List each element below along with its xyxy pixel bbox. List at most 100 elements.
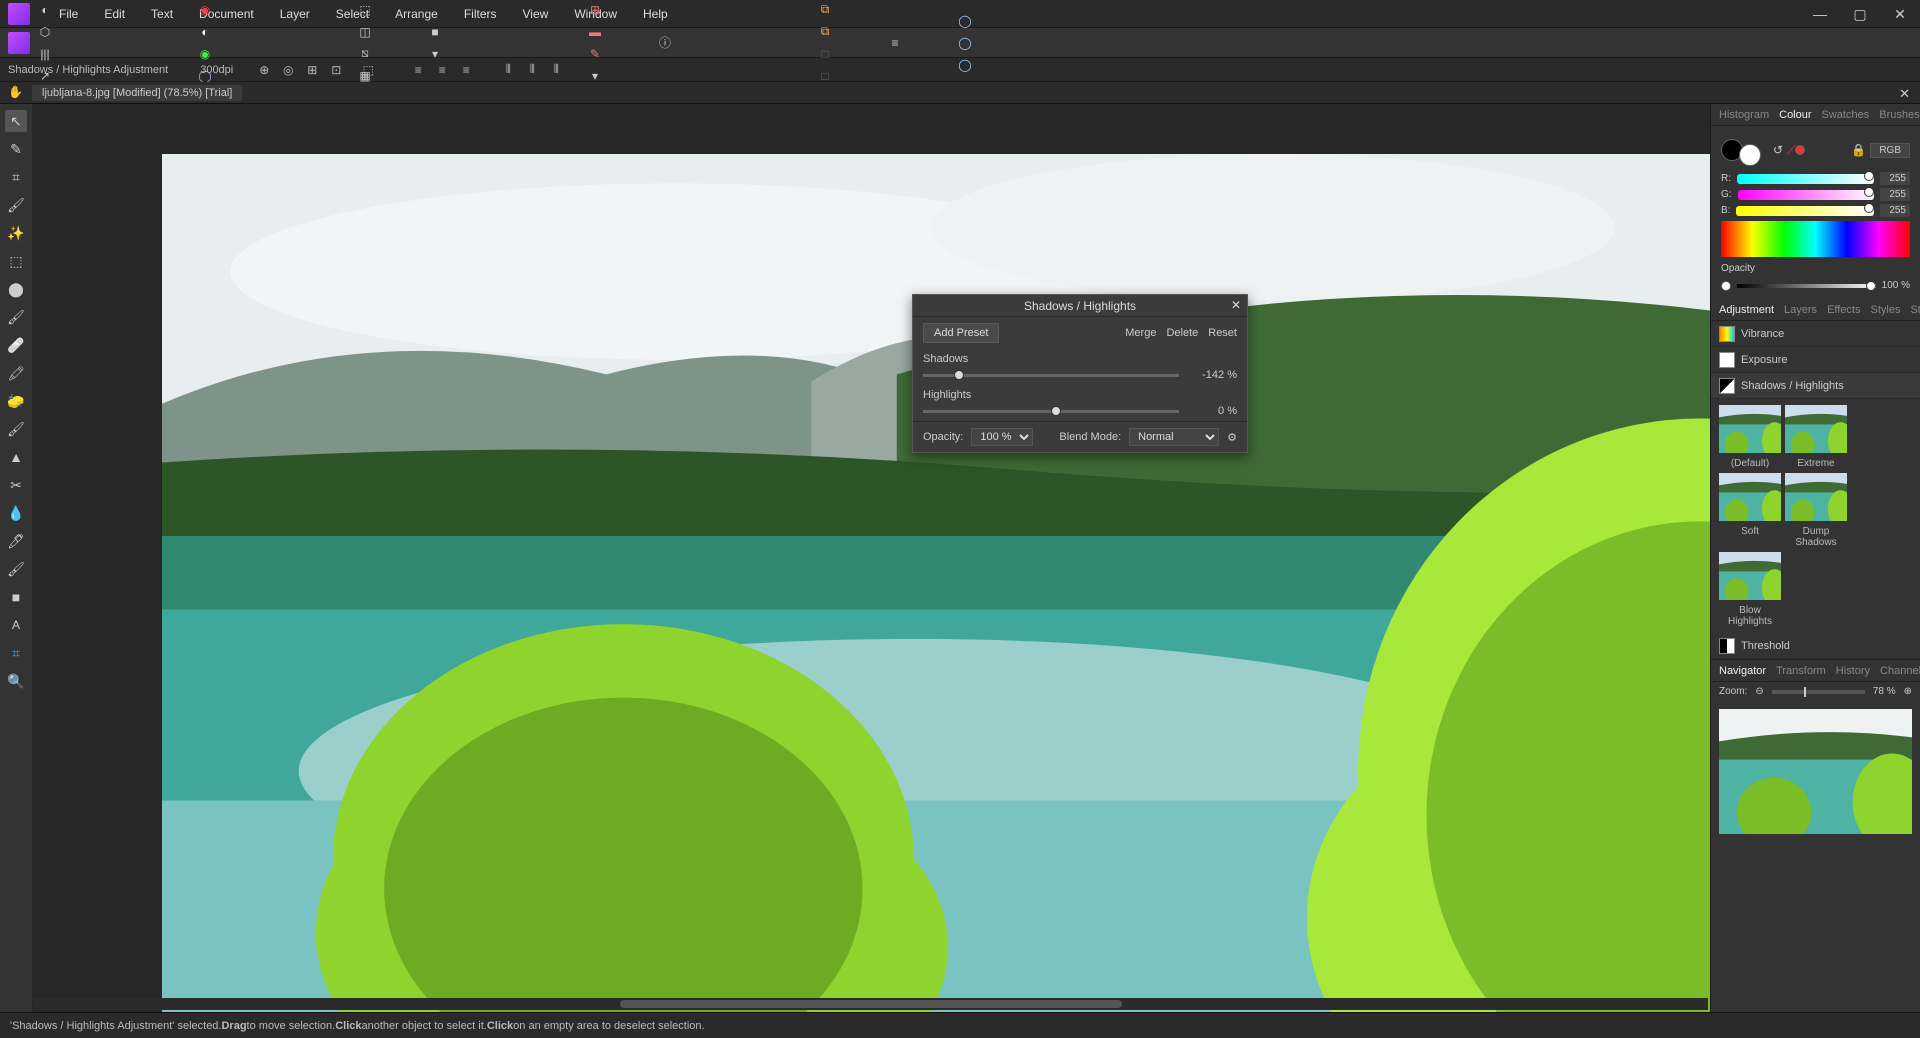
document-tab[interactable]: ljubljana-8.jpg [Modified] (78.5%) [Tria… [32, 85, 242, 101]
toolbar-icon[interactable]: ⊞ [584, 0, 606, 21]
panel-tab[interactable]: Brushes [1879, 109, 1919, 121]
distribute-icon[interactable]: ⫴ [523, 61, 541, 79]
background-swatch[interactable] [1739, 144, 1761, 166]
shadows-slider[interactable] [923, 374, 1179, 377]
tool-button[interactable]: ■ [5, 586, 27, 608]
adjustment-item[interactable]: Threshold [1711, 633, 1920, 659]
preset-thumbnail[interactable]: Blow Highlights [1719, 552, 1781, 627]
toolbar-icon[interactable]: ⧉ [814, 21, 836, 43]
hand-tool-icon[interactable]: ✋ [8, 85, 23, 99]
b-value[interactable]: 255 [1880, 204, 1910, 217]
menu-layer[interactable]: Layer [267, 7, 323, 21]
blend-mode-select[interactable]: Normal [1129, 428, 1219, 446]
distribute-icon[interactable]: ⫴ [499, 61, 517, 79]
toolbar-icon[interactable]: ||| [34, 43, 56, 65]
toolbar-icon[interactable]: ≡ [884, 32, 906, 54]
tool-button[interactable]: ⌗ [5, 166, 27, 188]
tool-button[interactable]: ↖ [5, 110, 27, 132]
adjustment-item[interactable]: Shadows / Highlights [1711, 373, 1920, 399]
add-preset-button[interactable]: Add Preset [923, 323, 999, 343]
preset-thumbnail[interactable]: Soft [1719, 473, 1781, 548]
tool-button[interactable]: ▲ [5, 446, 27, 468]
delete-button[interactable]: Delete [1166, 327, 1198, 339]
horizontal-scrollbar[interactable] [34, 998, 1708, 1010]
preset-thumbnail[interactable]: (Default) [1719, 405, 1781, 469]
menu-help[interactable]: Help [630, 7, 681, 21]
tool-button[interactable]: 🩹 [5, 334, 27, 356]
g-slider[interactable] [1738, 190, 1874, 200]
g-value[interactable]: 255 [1880, 188, 1910, 201]
navigator-thumbnail[interactable] [1719, 709, 1912, 834]
highlights-slider[interactable] [923, 410, 1179, 413]
tool-button[interactable]: 🔍 [5, 670, 27, 692]
align-icon[interactable]: ≡ [457, 61, 475, 79]
tool-button[interactable]: 💧 [5, 502, 27, 524]
tool-button[interactable]: ✂ [5, 474, 27, 496]
tool-button[interactable]: 🖍 [5, 362, 27, 384]
adjustment-item[interactable]: Vibrance [1711, 321, 1920, 347]
panel-tab[interactable]: Channels [1880, 665, 1920, 677]
toolbar-icon[interactable]: ⧉ [814, 0, 836, 21]
tool-button[interactable]: 🖌 [5, 306, 27, 328]
snap-icon[interactable]: ⊞ [303, 61, 321, 79]
panel-tab[interactable]: Swatches [1822, 109, 1870, 121]
menu-arrange[interactable]: Arrange [382, 7, 451, 21]
colour-mode-select[interactable]: RGB [1870, 143, 1910, 158]
menu-text[interactable]: Text [138, 7, 186, 21]
toolbar-icon[interactable]: ▬ [584, 21, 606, 43]
toolbar-icon[interactable]: ⓘ [654, 32, 676, 54]
tool-button[interactable]: A [5, 614, 27, 636]
tool-button[interactable]: ⌗ [5, 642, 27, 664]
tool-button[interactable]: ⬤ [5, 278, 27, 300]
panel-tab[interactable]: Colour [1779, 109, 1811, 121]
toolbar-icon[interactable]: ◯ [954, 10, 976, 32]
lock-icon[interactable]: 🔒 [1851, 143, 1866, 157]
colour-spectrum[interactable] [1721, 221, 1910, 257]
r-slider[interactable] [1737, 174, 1874, 184]
close-button[interactable]: ✕ [1880, 0, 1920, 28]
panel-tab[interactable]: History [1836, 665, 1870, 677]
panel-tab[interactable]: Styles [1871, 304, 1901, 316]
menu-filters[interactable]: Filters [451, 7, 510, 21]
align-icon[interactable]: ≡ [433, 61, 451, 79]
eyedropper-icon[interactable]: ⟋ [1787, 143, 1795, 158]
menu-view[interactable]: View [510, 7, 562, 21]
tool-button[interactable]: ⬚ [5, 250, 27, 272]
toolbar-icon[interactable]: ◯ [954, 54, 976, 76]
tab-close-icon[interactable]: ✕ [1899, 86, 1910, 102]
panel-tab[interactable]: Layers [1784, 304, 1817, 316]
toolbar-icon[interactable]: ◉ [194, 43, 216, 65]
dialog-title-bar[interactable]: Shadows / Highlights ✕ [913, 295, 1247, 317]
snap-icon[interactable]: ⊡ [327, 61, 345, 79]
panel-tab[interactable]: Transform [1776, 665, 1826, 677]
panel-tab[interactable]: Histogram [1719, 109, 1769, 121]
tool-button[interactable]: 🖌 [5, 418, 27, 440]
toolbar-icon[interactable]: ⬡ [34, 21, 56, 43]
tool-button[interactable]: 🖌 [5, 558, 27, 580]
dialog-close-icon[interactable]: ✕ [1231, 298, 1241, 312]
tool-button[interactable]: 🖊 [5, 530, 27, 552]
snap-icon[interactable]: ◎ [279, 61, 297, 79]
panel-tab[interactable]: Navigator [1719, 665, 1766, 677]
toolbar-icon[interactable]: ⬚ [354, 0, 376, 21]
opacity-value[interactable]: 100 % [1882, 280, 1910, 291]
panel-tab[interactable]: Adjustment [1719, 304, 1774, 316]
canvas[interactable]: Shadows / Highlights ✕ Add Preset Merge … [32, 104, 1710, 1012]
b-slider[interactable] [1736, 206, 1874, 216]
toolbar-icon[interactable]: ■ [424, 21, 446, 43]
tool-button[interactable]: ✨ [5, 222, 27, 244]
gear-icon[interactable]: ⚙ [1227, 431, 1237, 444]
tool-button[interactable]: 🧽 [5, 390, 27, 412]
opacity-select[interactable]: 100 % [971, 428, 1033, 446]
align-icon[interactable]: ≡ [409, 61, 427, 79]
toolbar-icon[interactable]: □ [814, 43, 836, 65]
zoom-slider[interactable] [1772, 690, 1865, 694]
toolbar-icon[interactable]: ◉ [194, 0, 216, 21]
minimize-button[interactable]: — [1800, 0, 1840, 28]
swap-colours-icon[interactable]: ↺ [1773, 143, 1783, 157]
snap-icon[interactable]: ⬚ [359, 61, 377, 79]
preset-thumbnail[interactable]: Dump Shadows [1785, 473, 1847, 548]
toolbar-icon[interactable]: ◐ [34, 0, 56, 21]
adjustment-item[interactable]: Exposure [1711, 347, 1920, 373]
reset-button[interactable]: Reset [1208, 327, 1237, 339]
